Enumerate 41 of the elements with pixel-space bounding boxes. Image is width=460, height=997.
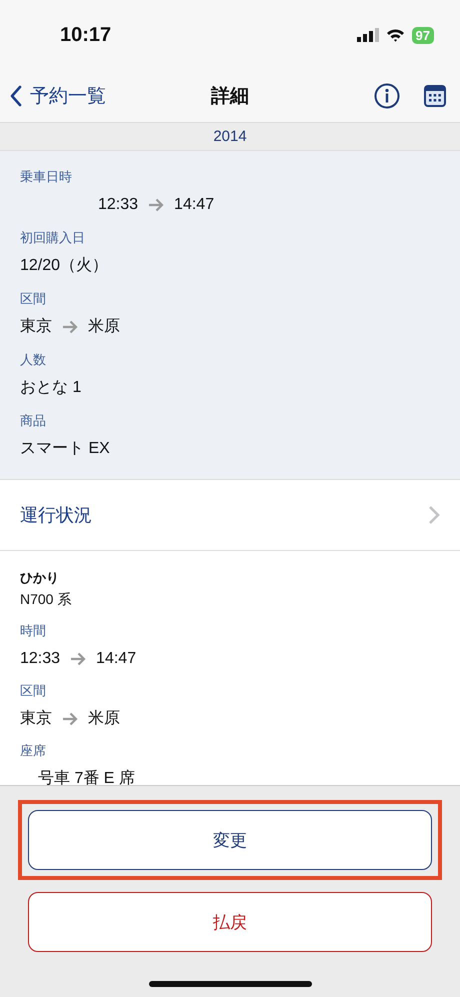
field-label: 商品	[20, 413, 47, 429]
field-value: 12:33	[20, 649, 60, 669]
page-title: 詳細	[211, 84, 249, 109]
back-button[interactable]: 予約一覧	[10, 83, 106, 109]
field-value: 東京	[20, 709, 52, 729]
back-icon	[10, 85, 22, 107]
arrow-icon	[62, 320, 78, 334]
arrow-icon	[62, 712, 78, 726]
train-type: N700 系	[20, 591, 72, 609]
field-value: おとな 1	[20, 378, 82, 398]
refund-button[interactable]: 払戻	[28, 892, 432, 952]
status-link[interactable]: 運行状況	[0, 480, 460, 551]
field-value: 米原	[88, 317, 120, 337]
status-time: 10:17	[60, 24, 112, 46]
field-value: 米原	[88, 709, 120, 729]
field-label: 座席	[20, 743, 47, 759]
arrow-icon	[70, 652, 86, 666]
wifi-icon	[386, 28, 405, 42]
signal-icon	[356, 28, 379, 42]
chevron-icon	[428, 505, 440, 525]
field-label: 区間	[20, 291, 47, 307]
arrow-icon	[148, 198, 164, 212]
field-value: 東京	[20, 317, 52, 337]
field-value: スマート EX	[20, 439, 110, 459]
field-label: 人数	[20, 352, 47, 368]
link-label[interactable]: 運行状況	[20, 503, 92, 527]
field-value: 12/20（火）	[20, 256, 108, 276]
battery-indicator: 97	[412, 26, 434, 44]
field-label: 時間	[20, 623, 47, 639]
year-label: 2014	[213, 128, 247, 145]
field-value: 号車 7番 E 席	[38, 769, 135, 785]
change-button[interactable]: 変更	[28, 810, 432, 870]
field-label: 初回購入日	[20, 230, 86, 246]
field-label: 乗車日時	[20, 169, 73, 185]
train-name: ひかり	[20, 569, 60, 587]
info-icon[interactable]	[374, 83, 400, 109]
field-value: 12:33	[98, 195, 138, 215]
field-value: 14:47	[96, 649, 136, 669]
field-value: 14:47	[174, 195, 214, 215]
calendar-icon[interactable]	[424, 85, 446, 107]
field-label: 区間	[20, 683, 47, 699]
